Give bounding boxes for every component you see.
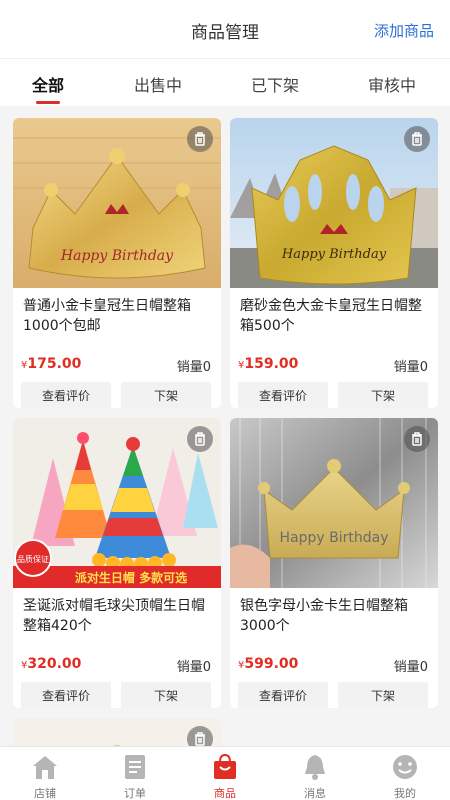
product-name: 圣诞派对帽毛球尖顶帽生日帽整箱420个 xyxy=(23,598,205,634)
sales-count: 销量0 xyxy=(176,360,211,375)
tab-on-sale[interactable]: 出售中 xyxy=(113,72,203,96)
price-value: 159.00 xyxy=(244,356,299,372)
price-value: 599.00 xyxy=(244,656,299,672)
nav-label: 店铺 xyxy=(34,787,56,800)
view-reviews-button[interactable]: 查看评价 xyxy=(21,682,111,708)
product-card[interactable]: Happy Birthday 磨砂金色大金卡皇冠生日帽整箱500个 ¥159.0… xyxy=(230,118,438,408)
price-value: 320.00 xyxy=(27,656,82,672)
product-card[interactable] xyxy=(13,718,221,746)
active-tab-indicator xyxy=(36,101,60,104)
product-image-text: Happy Birthday xyxy=(60,248,174,264)
view-reviews-button[interactable]: 查看评价 xyxy=(21,382,111,408)
product-name: 银色字母小金卡生日帽整箱3000个 xyxy=(240,598,408,634)
tab-off-shelf[interactable]: 已下架 xyxy=(230,72,320,96)
price-value: 175.00 xyxy=(27,356,82,372)
add-product-button[interactable]: 添加商品 xyxy=(374,20,434,41)
product-price: ¥159.00 xyxy=(238,356,298,372)
product-card[interactable]: Happy Birthday 银色字母小金卡生日帽整箱3000个 ¥599.00… xyxy=(230,418,438,708)
order-icon xyxy=(120,753,150,781)
view-reviews-button[interactable]: 查看评价 xyxy=(238,382,328,408)
view-reviews-button[interactable]: 查看评价 xyxy=(238,682,328,708)
product-card[interactable]: Happy Birthday 普通小金卡皇冠生日帽整箱1000个包邮 ¥175.… xyxy=(13,118,221,408)
take-off-shelf-button[interactable]: 下架 xyxy=(338,382,428,408)
sales-count: 销量0 xyxy=(393,660,428,675)
product-name: 磨砂金色大金卡皇冠生日帽整箱500个 xyxy=(240,298,422,334)
product-image-text: 派对生日帽 多款可选 xyxy=(75,570,187,585)
product-card[interactable]: 品质保证 派对生日帽 多款可选 圣诞派对帽毛球尖顶帽生日帽整箱420个 ¥320… xyxy=(13,418,221,708)
product-name: 普通小金卡皇冠生日帽整箱1000个包邮 xyxy=(23,298,191,334)
face-icon xyxy=(390,753,420,781)
bottom-navigation: 店铺 订单 商品 消息 我的 xyxy=(0,746,450,800)
product-grid: Happy Birthday 普通小金卡皇冠生日帽整箱1000个包邮 ¥175.… xyxy=(0,106,450,746)
nav-item-orders[interactable]: 订单 xyxy=(90,751,180,800)
delete-icon[interactable] xyxy=(404,126,430,152)
product-image-text: Happy Birthday xyxy=(280,530,389,546)
product-price: ¥599.00 xyxy=(238,656,298,672)
delete-icon[interactable] xyxy=(187,126,213,152)
shopping-bag-icon xyxy=(210,753,240,781)
take-off-shelf-button[interactable]: 下架 xyxy=(121,382,211,408)
product-price: ¥320.00 xyxy=(21,656,81,672)
quality-badge-text: 品质保证 xyxy=(17,554,49,564)
sales-count: 销量0 xyxy=(176,660,211,675)
tab-under-review[interactable]: 审核中 xyxy=(347,72,437,96)
nav-label: 商品 xyxy=(214,787,236,800)
take-off-shelf-button[interactable]: 下架 xyxy=(338,682,428,708)
nav-item-products[interactable]: 商品 xyxy=(180,751,270,800)
nav-item-store[interactable]: 店铺 xyxy=(0,751,90,800)
home-icon xyxy=(30,753,60,781)
nav-label: 我的 xyxy=(394,787,416,800)
nav-label: 订单 xyxy=(124,787,146,800)
top-bar: 商品管理 添加商品 xyxy=(0,0,450,58)
delete-icon[interactable] xyxy=(187,726,213,746)
nav-item-profile[interactable]: 我的 xyxy=(360,751,450,800)
bell-icon xyxy=(300,753,330,781)
status-tabs: 全部 出售中 已下架 审核中 xyxy=(0,58,450,106)
delete-icon[interactable] xyxy=(404,426,430,452)
product-image-text: Happy Birthday xyxy=(281,247,387,262)
nav-label: 消息 xyxy=(304,787,326,800)
tab-all[interactable]: 全部 xyxy=(3,72,93,96)
take-off-shelf-button[interactable]: 下架 xyxy=(121,682,211,708)
sales-count: 销量0 xyxy=(393,360,428,375)
delete-icon[interactable] xyxy=(187,426,213,452)
product-price: ¥175.00 xyxy=(21,356,81,372)
nav-item-messages[interactable]: 消息 xyxy=(270,751,360,800)
